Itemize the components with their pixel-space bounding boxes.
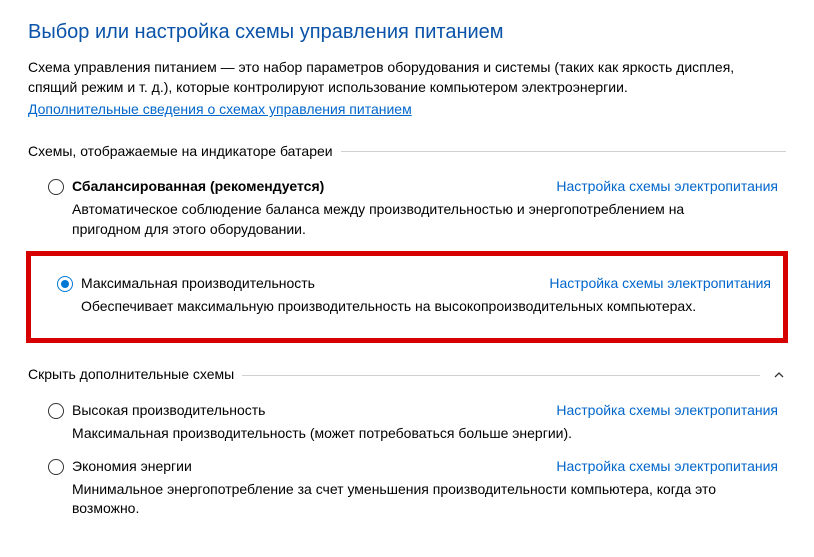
config-link-powersaver[interactable]: Настройка схемы электропитания <box>556 457 778 477</box>
radio-balanced[interactable] <box>48 179 64 195</box>
plan-name-maxperf[interactable]: Максимальная производительность <box>81 274 521 294</box>
more-info-link[interactable]: Дополнительные сведения о схемах управле… <box>28 100 412 120</box>
plan-desc-maxperf: Обеспечивает максимальную производительн… <box>81 297 761 317</box>
plan-powersaver: Экономия энергии Настройка схемы электро… <box>28 451 786 527</box>
config-link-maxperf[interactable]: Настройка схемы электропитания <box>549 274 771 294</box>
section-label: Схемы, отображаемые на индикаторе батаре… <box>28 142 333 162</box>
plan-name-highperf[interactable]: Высокая производительность <box>72 401 528 421</box>
plan-highperf: Высокая производительность Настройка схе… <box>28 395 786 451</box>
config-link-highperf[interactable]: Настройка схемы электропитания <box>556 401 778 421</box>
chevron-up-icon[interactable] <box>772 368 786 382</box>
section-label-additional[interactable]: Скрыть дополнительные схемы <box>28 365 234 385</box>
section-battery-plans: Схемы, отображаемые на индикаторе батаре… <box>28 142 786 162</box>
plan-desc-powersaver: Минимальное энергопотребление за счет ум… <box>72 480 752 519</box>
page-title: Выбор или настройка схемы управления пит… <box>28 18 786 46</box>
highlight-box: Максимальная производительность Настройк… <box>26 251 788 343</box>
intro-text: Схема управления питанием — это набор па… <box>28 58 786 97</box>
config-link-balanced[interactable]: Настройка схемы электропитания <box>556 177 778 197</box>
radio-highperf[interactable] <box>48 403 64 419</box>
section-additional-plans: Скрыть дополнительные схемы <box>28 365 786 385</box>
radio-maxperf[interactable] <box>57 276 73 292</box>
plan-name-powersaver[interactable]: Экономия энергии <box>72 457 528 477</box>
radio-powersaver[interactable] <box>48 459 64 475</box>
plan-maxperf: Максимальная производительность Настройк… <box>35 268 779 324</box>
divider <box>242 375 760 376</box>
plan-desc-highperf: Максимальная производительность (может п… <box>72 424 752 444</box>
plan-desc-balanced: Автоматическое соблюдение баланса между … <box>72 200 752 239</box>
plan-balanced: Сбалансированная (рекомендуется) Настрой… <box>28 171 786 247</box>
divider <box>341 151 786 152</box>
plan-name-balanced[interactable]: Сбалансированная (рекомендуется) <box>72 177 528 197</box>
